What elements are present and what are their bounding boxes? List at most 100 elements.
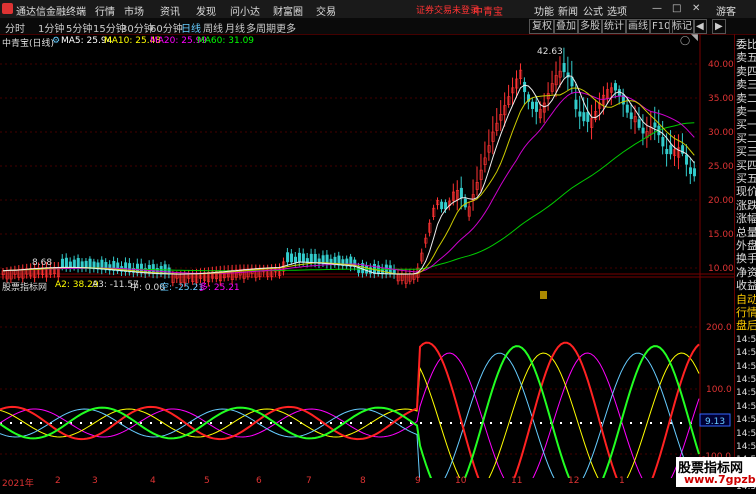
- candle-body: [562, 63, 566, 73]
- watermark-url: www.7gpzb.com: [684, 473, 756, 486]
- sub-value: 9.13: [705, 417, 725, 427]
- period-tab-minute[interactable]: 分时: [5, 20, 25, 35]
- side-panel-item[interactable]: 盘后: [736, 319, 756, 333]
- candle-body: [692, 168, 696, 177]
- candle-body: [613, 83, 617, 91]
- side-panel-item: 14:50: [736, 375, 756, 385]
- sub-wave-line: [0, 352, 700, 478]
- date-label: 1: [619, 476, 625, 486]
- draw-line-button[interactable]: 画线: [625, 19, 651, 34]
- candles: [1, 47, 696, 289]
- sub-indicator-name[interactable]: 股票指标网: [2, 280, 47, 293]
- app-logo-icon: [2, 3, 13, 14]
- candle-body: [64, 257, 68, 268]
- title-bar: 通达信金融终端 行情 市场 资讯 发现 问小达 财富圈 交易 证券交易未登录 中…: [0, 0, 756, 19]
- maximize-icon[interactable]: □: [672, 3, 681, 14]
- period-tab-weekly[interactable]: 周线: [203, 20, 223, 35]
- side-panel-item: 买五: [736, 172, 756, 185]
- side-panel-item: 涨幅: [736, 212, 756, 226]
- sub-indicator-waves: [0, 341, 700, 478]
- period-tab-60min[interactable]: 60分钟: [150, 20, 183, 35]
- side-panel-item: 买二: [736, 131, 756, 145]
- ma5-line: [2, 75, 695, 275]
- statistics-button[interactable]: 统计: [601, 19, 627, 34]
- side-panel-item: 14:50: [736, 334, 756, 345]
- prev-button[interactable]: ◀: [693, 19, 707, 34]
- date-label: 9: [415, 476, 421, 486]
- sub-duo: 多: 25.21: [199, 283, 240, 293]
- candle-body: [68, 261, 72, 268]
- side-panel-item: 卖二: [736, 91, 756, 105]
- restore-right-button[interactable]: 复权: [529, 19, 555, 34]
- menu-function[interactable]: 功能: [534, 3, 554, 18]
- menu-ask[interactable]: 问小达: [230, 3, 260, 18]
- low-price-label: 8.68: [32, 258, 52, 268]
- candle-body: [629, 112, 633, 120]
- candle-body: [625, 104, 629, 113]
- date-label: 3: [92, 476, 98, 486]
- side-panel-item: 卖一: [736, 105, 756, 118]
- candle-body: [313, 253, 317, 264]
- multi-stock-button[interactable]: 多股: [577, 19, 603, 34]
- menu-market[interactable]: 市场: [124, 3, 144, 18]
- sub-tick: 100.0: [706, 385, 732, 395]
- side-panel-item: 买三: [736, 145, 756, 159]
- sub-wave-line: [0, 341, 700, 478]
- side-panel-item: 14:50: [736, 428, 756, 439]
- price-tick: 30.00: [708, 128, 734, 138]
- side-panel-item: 收益: [736, 279, 756, 293]
- side-panel-item[interactable]: 自动: [736, 293, 756, 307]
- side-panel-item: 总量: [736, 225, 756, 239]
- side-panel-item: 涨跌: [736, 198, 756, 212]
- period-tab-more[interactable]: 更多: [276, 20, 296, 35]
- period-tab-1min[interactable]: 1分钟: [38, 20, 64, 35]
- date-label: 2: [55, 476, 61, 486]
- candle-body: [72, 259, 76, 268]
- date-label: 10: [455, 476, 467, 486]
- candle-body: [286, 252, 290, 263]
- candle-body: [653, 122, 657, 128]
- event-marker-icon[interactable]: [540, 291, 547, 299]
- candle-body: [459, 187, 463, 198]
- close-icon[interactable]: ✕: [692, 3, 700, 14]
- candle-body: [301, 253, 305, 263]
- side-panel-item: 14:50: [736, 442, 756, 452]
- high-price-label: 42.63: [537, 47, 563, 57]
- login-warning[interactable]: 证券交易未登录: [416, 3, 479, 16]
- price-tick: 35.00: [708, 94, 734, 104]
- date-label: 8: [360, 476, 366, 486]
- period-tab-monthly[interactable]: 月线: [225, 20, 245, 35]
- period-tab-5min[interactable]: 5分钟: [66, 20, 92, 35]
- minimize-icon[interactable]: —: [652, 3, 662, 14]
- side-panel-item: 买四: [736, 158, 756, 172]
- menu-formula[interactable]: 公式: [583, 3, 603, 18]
- period-tab-30min[interactable]: 30分钟: [121, 20, 154, 35]
- menu-wealth[interactable]: 财富圈: [273, 3, 303, 18]
- menu-news[interactable]: 资讯: [160, 3, 180, 18]
- guest-user[interactable]: 游客: [716, 3, 736, 18]
- side-panel-item[interactable]: 行情: [736, 306, 756, 320]
- candle-body: [685, 154, 689, 165]
- menu-news-2[interactable]: 新闻: [558, 3, 578, 18]
- mark-button[interactable]: 标记: [669, 19, 695, 34]
- period-tab-daily[interactable]: 日线: [181, 20, 201, 35]
- candle-body: [586, 112, 590, 122]
- menu-discover[interactable]: 发现: [196, 3, 216, 18]
- side-panel-item: 卖三: [736, 78, 756, 92]
- side-panel-item: 外盘: [736, 239, 756, 252]
- side-panel-item: 14:50: [736, 415, 756, 426]
- kline-chart[interactable]: 42.63 8.68 40.00 35.00 30.00 25.00 20.00…: [0, 34, 734, 478]
- date-label: 2021年: [2, 479, 34, 489]
- menu-quotes[interactable]: 行情: [95, 3, 115, 18]
- menu-options[interactable]: 选项: [607, 3, 627, 18]
- stock-name-title: 中青宝: [473, 7, 503, 18]
- menu-trade[interactable]: 交易: [316, 3, 336, 18]
- sub-wave-line: [0, 352, 700, 478]
- candle-body: [578, 111, 582, 117]
- period-tab-multi[interactable]: 多周期: [246, 20, 276, 35]
- overlay-button[interactable]: 叠加: [553, 19, 579, 34]
- ma60-line: [2, 122, 695, 272]
- candle-body: [163, 264, 167, 275]
- watermark: 股票指标网 www.7gpzb.com: [676, 457, 756, 487]
- next-button[interactable]: ▶: [712, 19, 726, 34]
